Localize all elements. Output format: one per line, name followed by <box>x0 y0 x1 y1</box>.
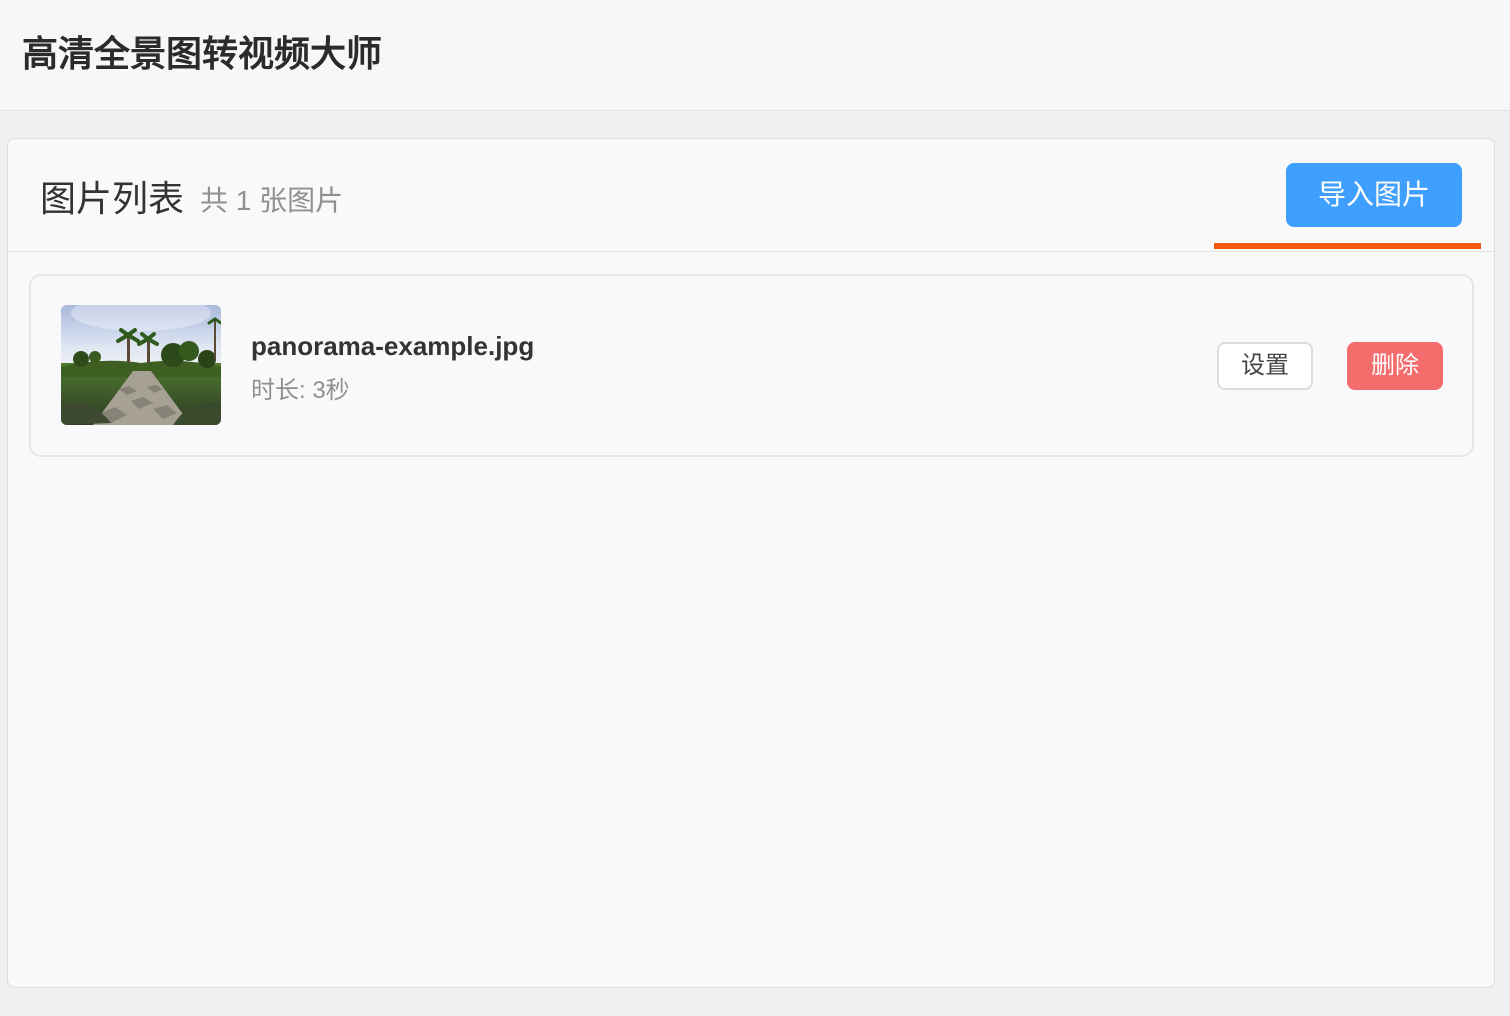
image-count: 共 1 张图片 <box>200 185 344 216</box>
file-duration: 时长: 3秒 <box>251 377 350 404</box>
accent-underline <box>1214 243 1481 249</box>
panorama-thumbnail-image[interactable] <box>61 305 221 425</box>
panel-header: 图片列表 共 1 张图片 导入图片 <box>8 139 1494 252</box>
app-header: 高清全景图转视频大师 <box>0 0 1510 111</box>
file-name: panorama-example.jpg <box>251 331 535 361</box>
app-title: 高清全景图转视频大师 <box>22 33 383 74</box>
image-list-panel: 图片列表 共 1 张图片 导入图片 panorama-example.jpg 时… <box>7 138 1495 988</box>
import-image-button[interactable]: 导入图片 <box>1286 163 1462 227</box>
image-list-item[interactable]: panorama-example.jpg 时长: 3秒 设置 删除 <box>29 274 1474 457</box>
panel-title: 图片列表 <box>40 178 185 219</box>
delete-button[interactable]: 删除 <box>1347 342 1443 390</box>
settings-button[interactable]: 设置 <box>1217 342 1313 390</box>
